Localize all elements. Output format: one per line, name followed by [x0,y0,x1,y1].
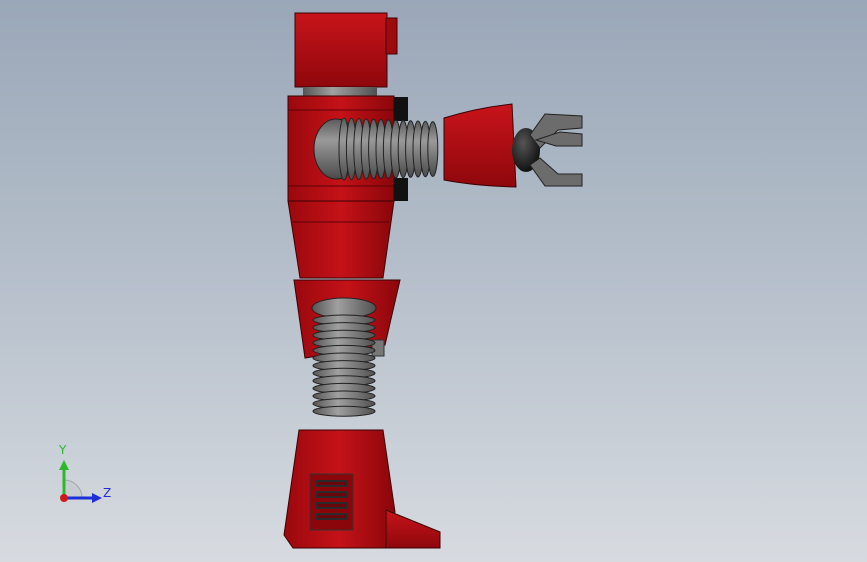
robot-head[interactable] [294,12,398,88]
y-axis-label: Y [59,443,67,457]
z-axis-label: Z [103,486,112,500]
3d-viewport[interactable]: Y Z [0,0,867,562]
robot-forearm[interactable] [443,103,517,188]
robot-lower-leg[interactable] [283,429,396,549]
robot-neck[interactable] [303,87,377,96]
arm-bellows[interactable] [313,117,439,181]
robot-model[interactable] [0,0,867,562]
robot-hip[interactable] [287,200,395,279]
robot-foot[interactable] [385,509,441,549]
arm-bellows-ring [427,121,439,177]
leg-bellows-ring [312,405,376,417]
orientation-triad: Y Z [48,440,118,510]
